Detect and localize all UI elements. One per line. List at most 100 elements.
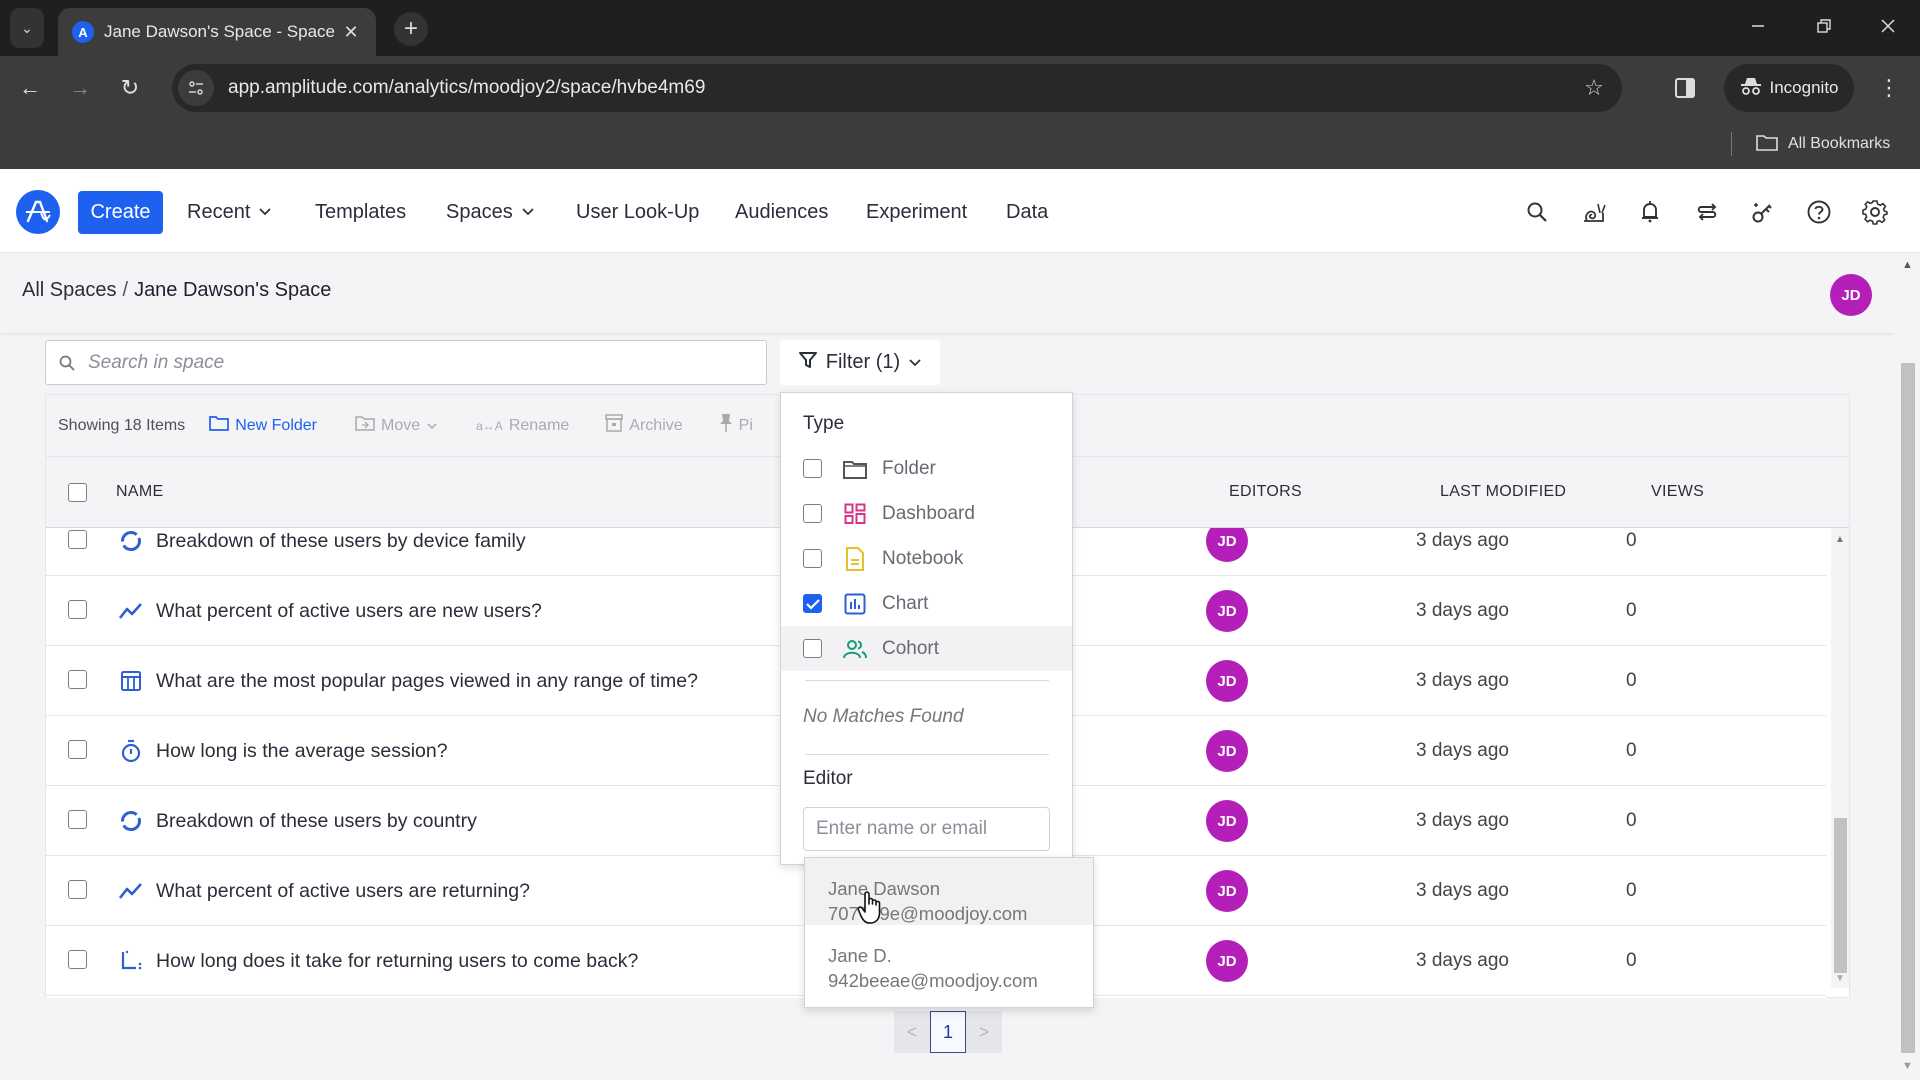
- nav-templates[interactable]: Templates: [315, 191, 406, 234]
- filter-option-notebook[interactable]: Notebook: [781, 536, 1072, 581]
- scroll-down-arrow-icon[interactable]: ▼: [1902, 1060, 1913, 1072]
- snail-icon[interactable]: [1579, 197, 1609, 227]
- row-checkbox[interactable]: [68, 600, 87, 619]
- scroll-up-arrow-icon[interactable]: ▲: [1902, 259, 1913, 271]
- cohort-checkbox[interactable]: [803, 639, 822, 658]
- reload-button[interactable]: ↻: [112, 70, 148, 106]
- editor-avatar: JD: [1206, 590, 1248, 632]
- nav-experiment[interactable]: Experiment: [866, 191, 967, 234]
- new-folder-button[interactable]: New Folder: [209, 415, 317, 436]
- select-all-checkbox[interactable]: [68, 483, 87, 502]
- incognito-badge[interactable]: Incognito: [1724, 64, 1854, 112]
- previous-page-button[interactable]: <: [894, 1011, 930, 1053]
- close-window-button[interactable]: [1868, 12, 1908, 44]
- user-avatar[interactable]: JD: [1830, 274, 1872, 316]
- gear-icon[interactable]: [1860, 197, 1890, 227]
- nav-recent[interactable]: Recent: [187, 191, 272, 234]
- row-checkbox[interactable]: [68, 670, 87, 689]
- all-bookmarks-button[interactable]: All Bookmarks: [1756, 128, 1890, 160]
- notebook-icon: [842, 546, 868, 572]
- rename-button[interactable]: a↔A Rename: [476, 417, 569, 435]
- row-name[interactable]: Breakdown of these users by device famil…: [156, 530, 526, 553]
- create-button[interactable]: Create: [78, 191, 163, 234]
- tab-close-icon[interactable]: ✕: [340, 22, 362, 43]
- table-scrollbar-thumb[interactable]: [1834, 818, 1847, 973]
- row-name[interactable]: What are the most popular pages viewed i…: [156, 670, 698, 693]
- donut-chart-icon: [118, 808, 144, 834]
- bell-icon[interactable]: [1635, 197, 1665, 227]
- search-in-space[interactable]: [45, 340, 767, 385]
- nav-spaces[interactable]: Spaces: [446, 191, 535, 234]
- row-name[interactable]: What percent of active users are new use…: [156, 600, 542, 623]
- row-name[interactable]: What percent of active users are returni…: [156, 880, 530, 903]
- filter-option-folder[interactable]: Folder: [781, 446, 1072, 491]
- nav-spaces-label: Spaces: [446, 201, 513, 223]
- archive-label: Archive: [629, 416, 683, 434]
- filter-button[interactable]: Filter (1): [780, 340, 940, 385]
- archive-button[interactable]: Archive: [605, 414, 683, 437]
- column-views[interactable]: VIEWS: [1651, 483, 1704, 501]
- forward-button[interactable]: →: [62, 70, 98, 106]
- table-chart-icon: [118, 668, 144, 694]
- address-bar[interactable]: app.amplitude.com/analytics/moodjoy2/spa…: [172, 64, 1622, 112]
- row-checkbox[interactable]: [68, 810, 87, 829]
- chevron-down-icon: [258, 206, 272, 220]
- breadcrumb-all-spaces[interactable]: All Spaces: [22, 279, 117, 302]
- move-button[interactable]: Move: [355, 415, 438, 436]
- key-sparkle-icon[interactable]: [1748, 197, 1778, 227]
- next-page-button[interactable]: >: [966, 1011, 1002, 1053]
- chevron-down-icon: [908, 351, 922, 374]
- pin-button[interactable]: Pi: [719, 413, 753, 438]
- row-name[interactable]: Breakdown of these users by country: [156, 810, 477, 833]
- row-checkbox[interactable]: [68, 530, 87, 549]
- editor-suggestion[interactable]: Jane Dawson 707?d9e@moodjoy.com: [805, 858, 1093, 925]
- scroll-up-arrow-icon[interactable]: ▲: [1835, 534, 1845, 545]
- filter-option-chart[interactable]: Chart: [781, 581, 1072, 626]
- column-name[interactable]: NAME: [116, 483, 163, 501]
- table-scrollbar[interactable]: ▲ ▼: [1831, 528, 1849, 988]
- rename-label: Rename: [508, 416, 570, 434]
- browser-tab[interactable]: A Jane Dawson's Space - Space - ✕: [58, 8, 376, 56]
- minimize-icon: [1750, 17, 1766, 40]
- folder-icon: [209, 415, 230, 436]
- new-tab-button[interactable]: +: [394, 12, 428, 46]
- filter-option-cohort[interactable]: Cohort: [781, 626, 1072, 671]
- row-views: 0: [1626, 950, 1637, 971]
- nav-user-look-up[interactable]: User Look-Up: [576, 191, 699, 234]
- site-settings-icon[interactable]: [178, 70, 214, 106]
- notebook-checkbox[interactable]: [803, 549, 822, 568]
- restore-button[interactable]: [1804, 12, 1844, 44]
- editor-search-input[interactable]: [803, 807, 1050, 851]
- row-name[interactable]: How long does it take for returning user…: [156, 950, 638, 973]
- filter-option-dashboard[interactable]: Dashboard: [781, 491, 1072, 536]
- editor-suggestion[interactable]: Jane D. 942beeae@moodjoy.com: [805, 925, 1093, 992]
- tab-list-button[interactable]: ⌄: [10, 8, 44, 48]
- chevron-down-icon: [426, 417, 438, 435]
- scroll-down-arrow-icon[interactable]: ▼: [1835, 973, 1845, 984]
- row-checkbox[interactable]: [68, 950, 87, 969]
- search-icon[interactable]: [1522, 197, 1552, 227]
- dashboard-checkbox[interactable]: [803, 504, 822, 523]
- page-scrollbar[interactable]: ▲ ▼: [1895, 253, 1920, 1080]
- help-icon[interactable]: [1804, 197, 1834, 227]
- chart-checkbox-checked[interactable]: [803, 594, 822, 613]
- row-name[interactable]: How long is the average session?: [156, 740, 448, 763]
- nav-audiences[interactable]: Audiences: [735, 191, 828, 234]
- editor-avatar: JD: [1206, 940, 1248, 982]
- folder-checkbox[interactable]: [803, 459, 822, 478]
- back-button[interactable]: ←: [12, 70, 48, 106]
- search-input[interactable]: [88, 351, 766, 374]
- row-checkbox[interactable]: [68, 740, 87, 759]
- column-last-modified[interactable]: LAST MODIFIED: [1440, 483, 1566, 501]
- transfer-icon[interactable]: [1692, 197, 1722, 227]
- page-1-button[interactable]: 1: [930, 1011, 966, 1053]
- nav-data[interactable]: Data: [1006, 191, 1048, 234]
- row-checkbox[interactable]: [68, 880, 87, 899]
- page-scrollbar-thumb[interactable]: [1901, 363, 1915, 1053]
- amplitude-logo[interactable]: [16, 190, 60, 234]
- column-editors[interactable]: EDITORS: [1229, 483, 1302, 501]
- bookmark-star-icon[interactable]: ☆: [1574, 75, 1614, 101]
- side-panel-icon[interactable]: [1672, 74, 1700, 102]
- browser-menu-button[interactable]: ⋮: [1874, 70, 1904, 106]
- minimize-button[interactable]: [1738, 12, 1778, 44]
